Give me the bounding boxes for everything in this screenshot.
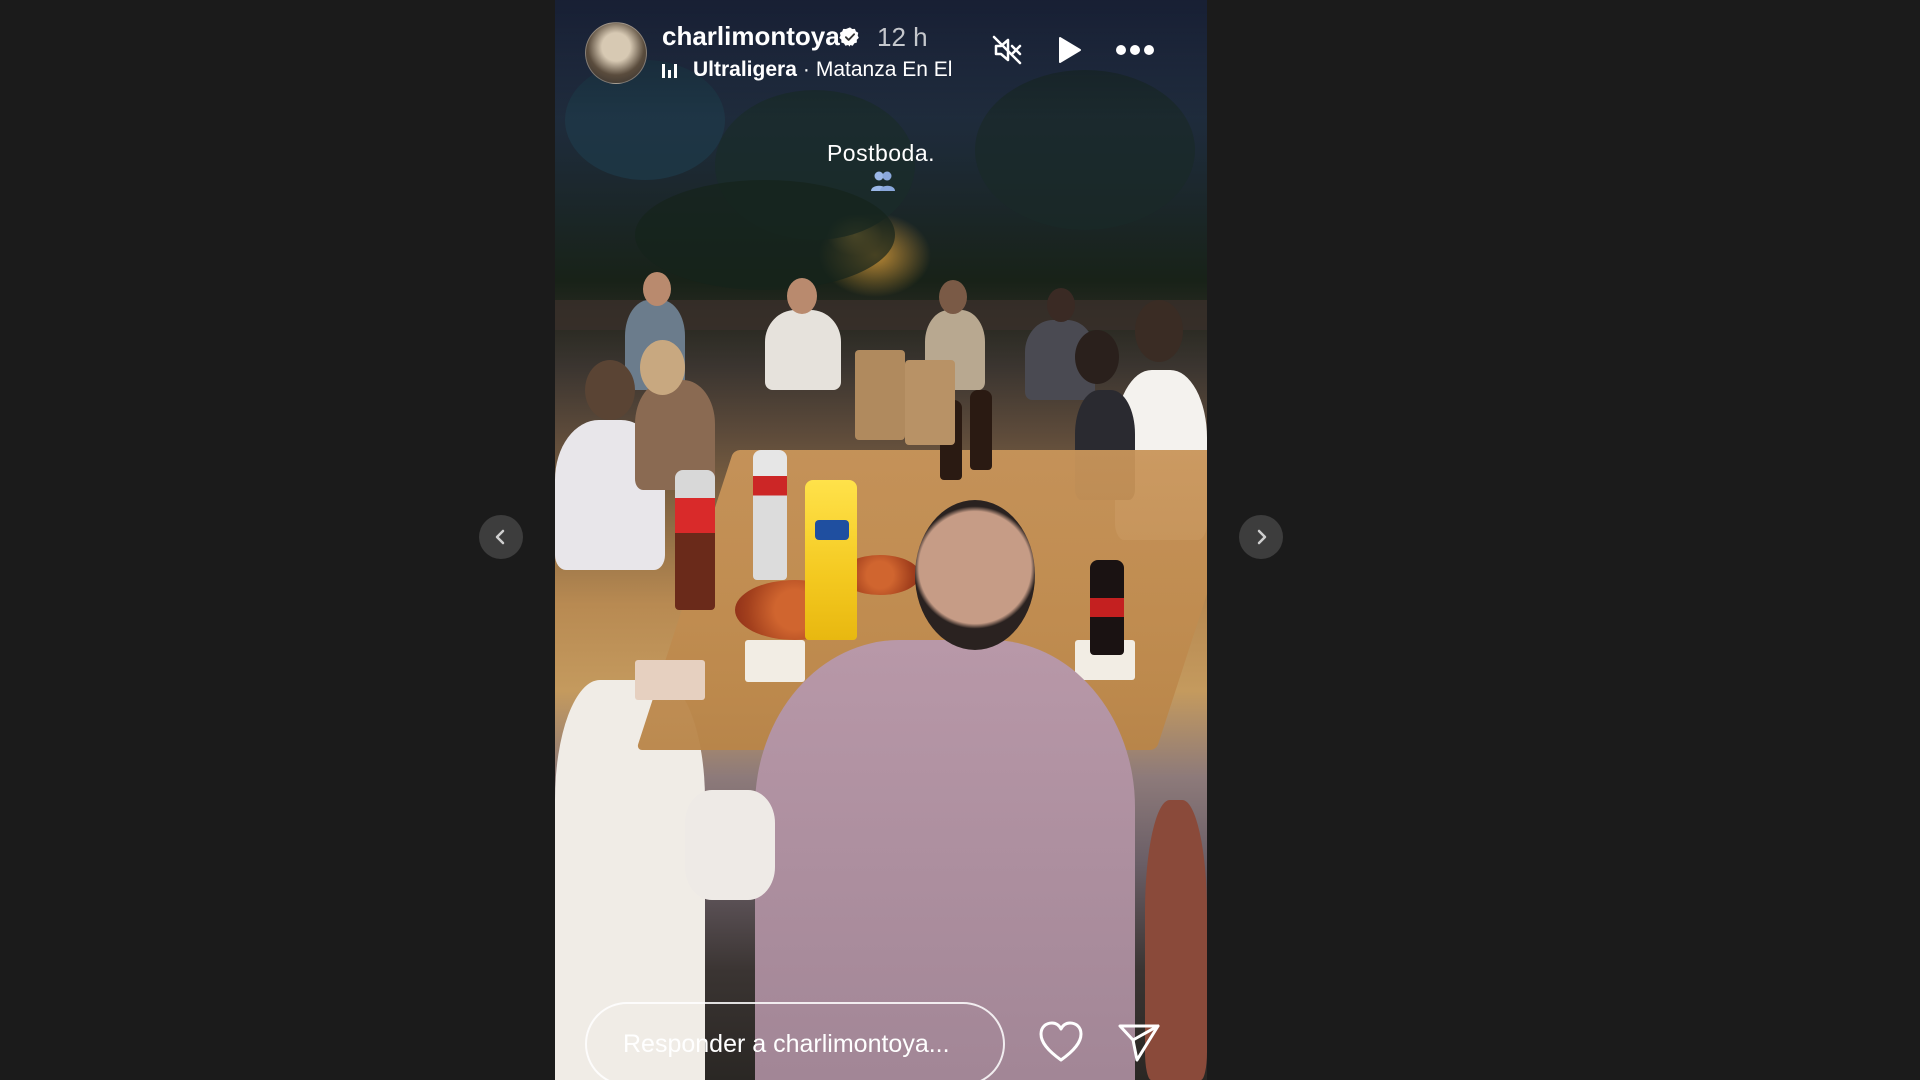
song-title: Ultraligera [693, 58, 797, 81]
play-icon [1059, 37, 1081, 63]
previous-story-button[interactable] [479, 515, 523, 559]
reply-placeholder: Responder a charlimontoya... [623, 1029, 950, 1058]
share-button[interactable] [1117, 1022, 1161, 1064]
story-viewer: charlimontoya 12 h Ultraligera · Matanza… [0, 0, 1920, 1080]
post-time: 12 h [877, 22, 928, 52]
mute-button[interactable] [989, 32, 1025, 68]
next-story-button[interactable] [1239, 515, 1283, 559]
two-people-emoji-icon [871, 171, 895, 191]
send-icon [1118, 1024, 1160, 1062]
artist-name: Matanza En El [815, 58, 953, 81]
heart-icon [1039, 1021, 1083, 1062]
play-button[interactable] [1051, 32, 1087, 68]
more-dots-icon [1116, 45, 1154, 55]
music-separator: · [802, 58, 810, 81]
speaker-muted-icon [992, 35, 1022, 65]
story-caption: Postboda. [826, 140, 936, 166]
like-button[interactable] [1037, 1020, 1085, 1064]
music-info[interactable]: Ultraligera · Matanza En El [662, 58, 952, 82]
more-options-button[interactable] [1113, 32, 1157, 68]
reply-input[interactable]: Responder a charlimontoya... [585, 1002, 1005, 1080]
story-card[interactable]: charlimontoya 12 h Ultraligera · Matanza… [555, 0, 1207, 1080]
chevron-right-icon [1257, 529, 1267, 545]
audio-bars-icon [662, 62, 680, 78]
username[interactable]: charlimontoya [662, 21, 840, 52]
avatar[interactable] [585, 22, 647, 84]
chevron-left-icon [495, 529, 505, 545]
verified-badge-icon [839, 27, 859, 47]
